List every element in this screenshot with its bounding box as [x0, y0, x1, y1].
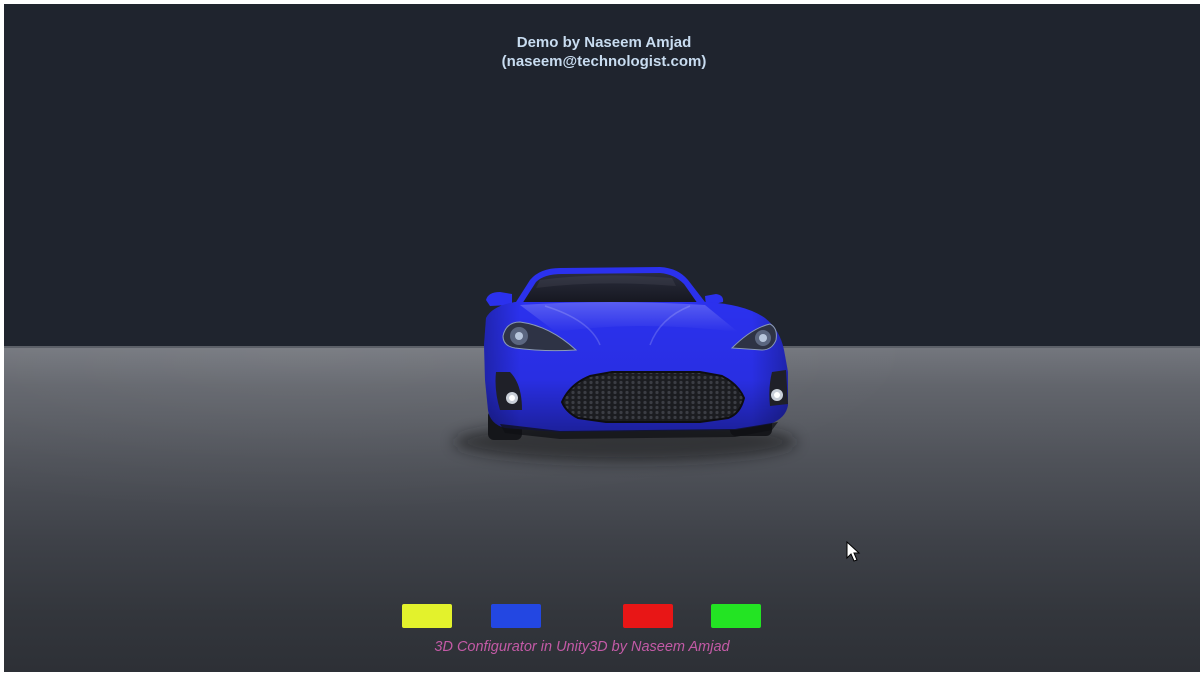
color-swatch-blue-button[interactable]	[491, 604, 541, 628]
left-headlight-bulb	[515, 332, 523, 340]
color-swatch-yellow-button[interactable]	[402, 604, 452, 628]
header: Demo by Naseem Amjad (naseem@technologis…	[404, 33, 804, 71]
color-swatch-red-button[interactable]	[623, 604, 673, 628]
header-title: Demo by Naseem Amjad	[516, 34, 692, 51]
viewport-3d[interactable]: Demo by Naseem Amjad (naseem@technologis…	[4, 4, 1200, 672]
header-email: (naseem@technologist.com)	[501, 53, 707, 70]
right-headlight-bulb	[759, 334, 767, 342]
footer-credit: 3D Configurator in Unity3D by Naseem Amj…	[434, 639, 730, 655]
right-foglight-bulb	[774, 392, 780, 398]
color-swatch-green-button[interactable]	[711, 604, 761, 628]
cursor-arrow-icon	[846, 540, 861, 562]
front-grille	[560, 371, 746, 423]
left-foglight-bulb	[509, 395, 515, 401]
car-render	[453, 267, 861, 562]
